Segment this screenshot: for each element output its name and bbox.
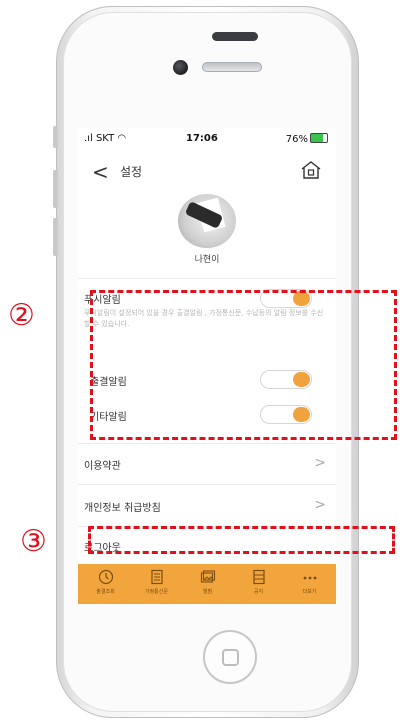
home-icon[interactable]	[300, 160, 322, 180]
privacy-label: 개인정보 취급방침	[84, 503, 161, 514]
album-icon	[200, 570, 215, 583]
status-time: 17:06	[186, 133, 218, 144]
bottom-tab-bar: 출결조회 가정통신문 앨범 공지 더보기	[78, 564, 336, 604]
tab-label: 공지	[253, 589, 264, 595]
more-icon	[303, 576, 316, 580]
chevron-right-icon: >	[314, 497, 326, 513]
battery-status: 76%	[286, 133, 328, 145]
tab-newsletter[interactable]: 가정통신문	[131, 564, 182, 604]
carrier-label: .ıl SKT ◠	[84, 133, 126, 144]
tab-label: 더보기	[302, 589, 317, 595]
status-bar: .ıl SKT ◠ 17:06 76%	[78, 128, 336, 150]
annotation-box-notifications	[90, 290, 397, 440]
chevron-right-icon: >	[314, 455, 326, 471]
volume-down-button	[53, 218, 58, 256]
signal-icon: .ıl	[84, 133, 93, 144]
home-button[interactable]	[203, 630, 257, 684]
tab-label: 출결조회	[96, 589, 115, 595]
avatar[interactable]	[178, 194, 236, 248]
tab-label: 앨범	[202, 589, 213, 595]
annotation-marker-2: ②	[8, 298, 35, 333]
tab-notice[interactable]: 공지	[233, 564, 284, 604]
document-icon	[150, 569, 163, 585]
terms-label: 이용약관	[84, 461, 121, 472]
volume-up-button	[53, 170, 58, 208]
tab-album[interactable]: 앨범	[182, 564, 233, 604]
power-button	[212, 32, 258, 41]
home-square-icon	[222, 649, 239, 666]
front-camera	[173, 60, 188, 75]
earpiece-speaker	[202, 62, 262, 72]
clock-icon	[98, 569, 113, 585]
page-title: 설정	[120, 165, 143, 179]
mute-switch	[53, 126, 58, 148]
back-chevron-icon[interactable]: <	[92, 160, 109, 184]
terms-menu-item[interactable]: 이용약관 >	[78, 444, 336, 484]
tab-label: 가정통신문	[144, 589, 168, 595]
annotation-box-logout	[88, 526, 395, 554]
app-header: < 설정	[78, 154, 336, 188]
divider	[78, 278, 336, 279]
carrier-name: SKT	[95, 133, 115, 144]
tab-more[interactable]: 더보기	[284, 564, 335, 604]
tab-attendance[interactable]: 출결조회	[80, 564, 131, 604]
notice-icon	[252, 569, 265, 585]
user-name: 나현이	[194, 255, 220, 265]
annotation-marker-3: ③	[20, 524, 47, 559]
battery-icon	[310, 133, 328, 143]
battery-percent: 76%	[285, 134, 308, 145]
wifi-icon: ◠	[117, 133, 127, 144]
privacy-menu-item[interactable]: 개인정보 취급방침 >	[78, 485, 336, 525]
